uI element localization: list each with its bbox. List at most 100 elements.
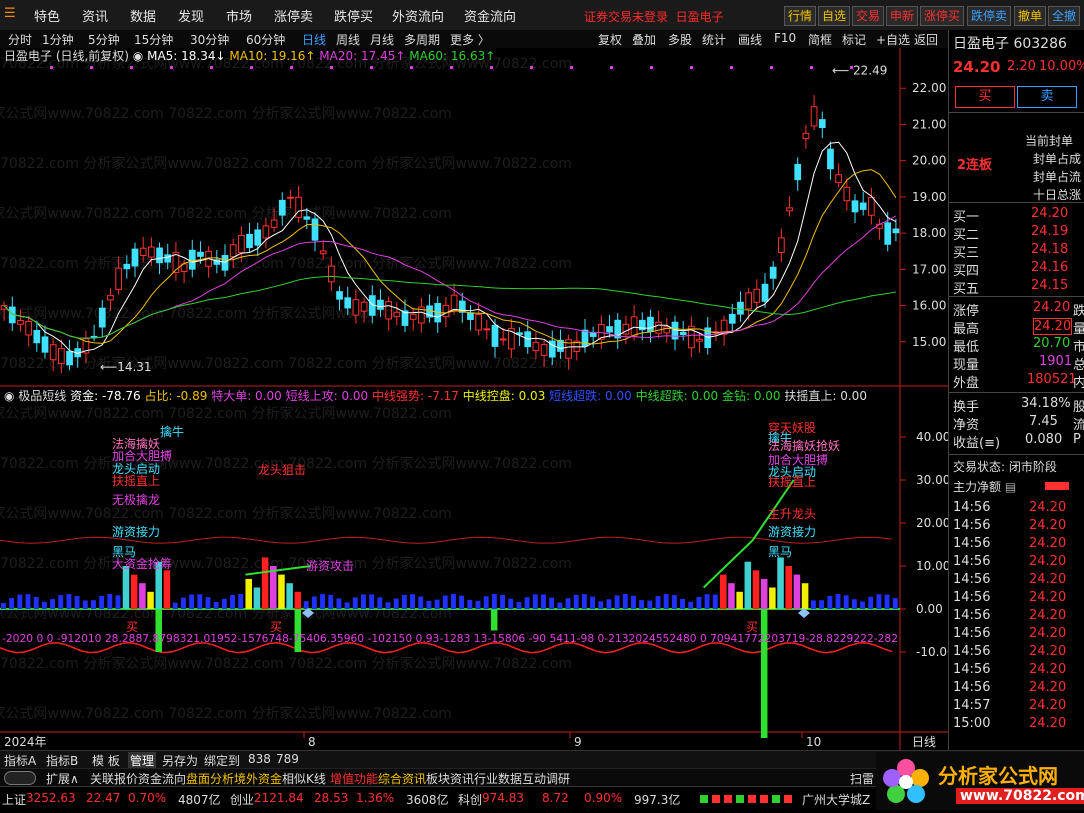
indicator-value-3: 短线上攻: 0.00 [286, 389, 372, 403]
tick-time-12: 15:00 [953, 716, 991, 731]
ind-axis-label: -10.00 [916, 645, 948, 659]
func-tab-4[interactable]: 境外资金 [234, 770, 282, 787]
top-button-2[interactable]: 交易 [852, 6, 885, 26]
func-tab-3[interactable]: 盘面分析 [186, 770, 234, 787]
bottom-tab-4[interactable]: 另存为 [162, 752, 198, 769]
period-tab-7[interactable]: 周线 [336, 31, 360, 48]
func-tab-2[interactable]: 资金流向 [138, 770, 186, 787]
bottom-tab-2[interactable]: 模 板 [92, 752, 120, 769]
menu-limit-up-sell[interactable]: 涨停卖 [274, 6, 313, 25]
top-button-0[interactable]: 行情 [784, 6, 817, 26]
short-bar [851, 599, 857, 609]
period-tab-4[interactable]: 30分钟 [190, 31, 229, 48]
tool-button-3[interactable]: 统计 [702, 31, 726, 48]
period-tab-1[interactable]: 1分钟 [42, 31, 74, 48]
period-tab-2[interactable]: 5分钟 [88, 31, 120, 48]
tool-button-8[interactable]: +自选 [876, 31, 910, 48]
menu-foreign-flow[interactable]: 外资流向 [392, 6, 444, 25]
net-flow-label[interactable]: 主力净额 ▤ [953, 478, 1016, 495]
menu-data[interactable]: 数据 [130, 6, 156, 25]
tick-price-11: 24.20 [1029, 698, 1067, 713]
top-button-1[interactable]: 自选 [818, 6, 851, 26]
watermark: 70822.com 分析家公式网www.70822.com 70822.com … [0, 205, 452, 222]
time-label-4: 日线 [912, 735, 936, 749]
short-bar [655, 596, 661, 609]
bottom-tab-0[interactable]: 指标A [4, 752, 36, 769]
short-bar [843, 595, 849, 609]
tool-button-4[interactable]: 画线 [738, 31, 762, 48]
top-button-3[interactable]: 申新 [886, 6, 919, 26]
index-pct-0: 0.70% [128, 791, 167, 805]
menu-capital-flow[interactable]: 资金流向 [464, 6, 516, 25]
func-tab-8[interactable]: 板块资讯 [426, 770, 474, 787]
bottom-tab-6[interactable]: 838 [248, 752, 271, 766]
chart-svg[interactable]: 70822.com 分析家公式网www.70822.com 70822.com … [0, 48, 955, 750]
top-button-6[interactable]: 撤单 [1014, 6, 1047, 26]
tool-button-7[interactable]: 标记 [842, 31, 866, 48]
short-bar [99, 595, 105, 609]
negative-bar [490, 609, 498, 631]
signal-right-8: 黑马 [768, 545, 792, 559]
tick-price-9: 24.20 [1029, 662, 1067, 677]
sell-button[interactable]: 卖 [1017, 86, 1077, 108]
signal-dot [50, 66, 53, 69]
period-tab-3[interactable]: 15分钟 [134, 31, 173, 48]
short-bar [434, 599, 440, 609]
bottom-tab-5[interactable]: 绑定到 [204, 752, 240, 769]
tool-button-9[interactable]: 返回 [914, 31, 938, 48]
status-right-text: 广州大学城Z [802, 793, 871, 807]
top-button-5[interactable]: 跌停卖 [967, 6, 1012, 26]
candle-body [328, 265, 335, 283]
short-bar [811, 600, 816, 609]
market-block-icon [784, 795, 792, 803]
menu-discover[interactable]: 发现 [178, 6, 204, 25]
menu-limit-down-buy[interactable]: 跌停买 [334, 6, 373, 25]
short-bar [25, 594, 31, 609]
func-tab-1[interactable]: 关联报价 [90, 770, 138, 787]
bottom-tab-3[interactable]: 管理 [128, 752, 157, 769]
short-bar [41, 601, 47, 609]
period-tab-6[interactable]: 日线 [302, 31, 326, 48]
bottom-tab-1[interactable]: 指标B [46, 752, 78, 769]
top-button-4[interactable]: 涨停买 [920, 6, 965, 26]
limit-line-3: 封单占流 [1033, 170, 1082, 184]
short-bar [647, 600, 653, 609]
tick-price-0: 24.20 [1029, 500, 1067, 515]
candle-body [287, 196, 294, 199]
top-button-7[interactable]: 全撤 [1048, 6, 1081, 26]
func-tab-5[interactable]: 相似K线 [282, 770, 326, 787]
login-warning[interactable]: 证券交易未登录 日盈电子 [584, 8, 724, 25]
func-tab-9[interactable]: 行业数据 [474, 770, 522, 787]
stat2-label-1: 净资 [953, 418, 980, 433]
buy-button[interactable]: 买 [955, 86, 1015, 108]
short-bar [311, 596, 317, 609]
func-tab-0[interactable]: 扩展∧ [46, 770, 79, 787]
func-tab-6[interactable]: 增值功能 [330, 770, 378, 787]
tool-button-6[interactable]: 简框 [808, 31, 832, 48]
tool-button-5[interactable]: F10 [774, 31, 796, 45]
app-logo-icon[interactable]: ☰ [4, 6, 16, 21]
indicator-value-4: 中线强势: -7.17 [372, 388, 463, 403]
short-bar [688, 601, 694, 609]
menu-special[interactable]: 特色 [34, 6, 60, 25]
period-tab-5[interactable]: 60分钟 [246, 31, 285, 48]
candle-body [197, 251, 204, 257]
toggle-switch[interactable] [4, 771, 36, 785]
menu-news[interactable]: 资讯 [82, 6, 108, 25]
watermark: 70822.com 分析家公式网www.70822.com 70822.com … [0, 655, 572, 672]
bottom-tab-7[interactable]: 789 [276, 752, 299, 766]
indicator-value-1: 占比: -0.89 [144, 388, 211, 403]
kline-chart-area[interactable]: 70822.com 分析家公式网www.70822.com 70822.com … [0, 48, 955, 750]
period-tab-9[interactable]: 多周期 [404, 31, 440, 48]
market-block-icon [700, 795, 708, 803]
period-tab-0[interactable]: 分时 [8, 31, 32, 48]
func-tab-7[interactable]: 综合资讯 [378, 770, 426, 787]
tool-button-2[interactable]: 多股 [668, 31, 692, 48]
menu-market[interactable]: 市场 [226, 6, 252, 25]
period-tab-10[interactable]: 更多 〉 [450, 31, 490, 48]
tick-time-7: 14:56 [953, 626, 991, 641]
tool-button-1[interactable]: 叠加 [632, 31, 656, 48]
period-tab-8[interactable]: 月线 [370, 31, 394, 48]
func-tab-10[interactable]: 互动调研 [522, 770, 570, 787]
tool-button-0[interactable]: 复权 [598, 31, 622, 48]
